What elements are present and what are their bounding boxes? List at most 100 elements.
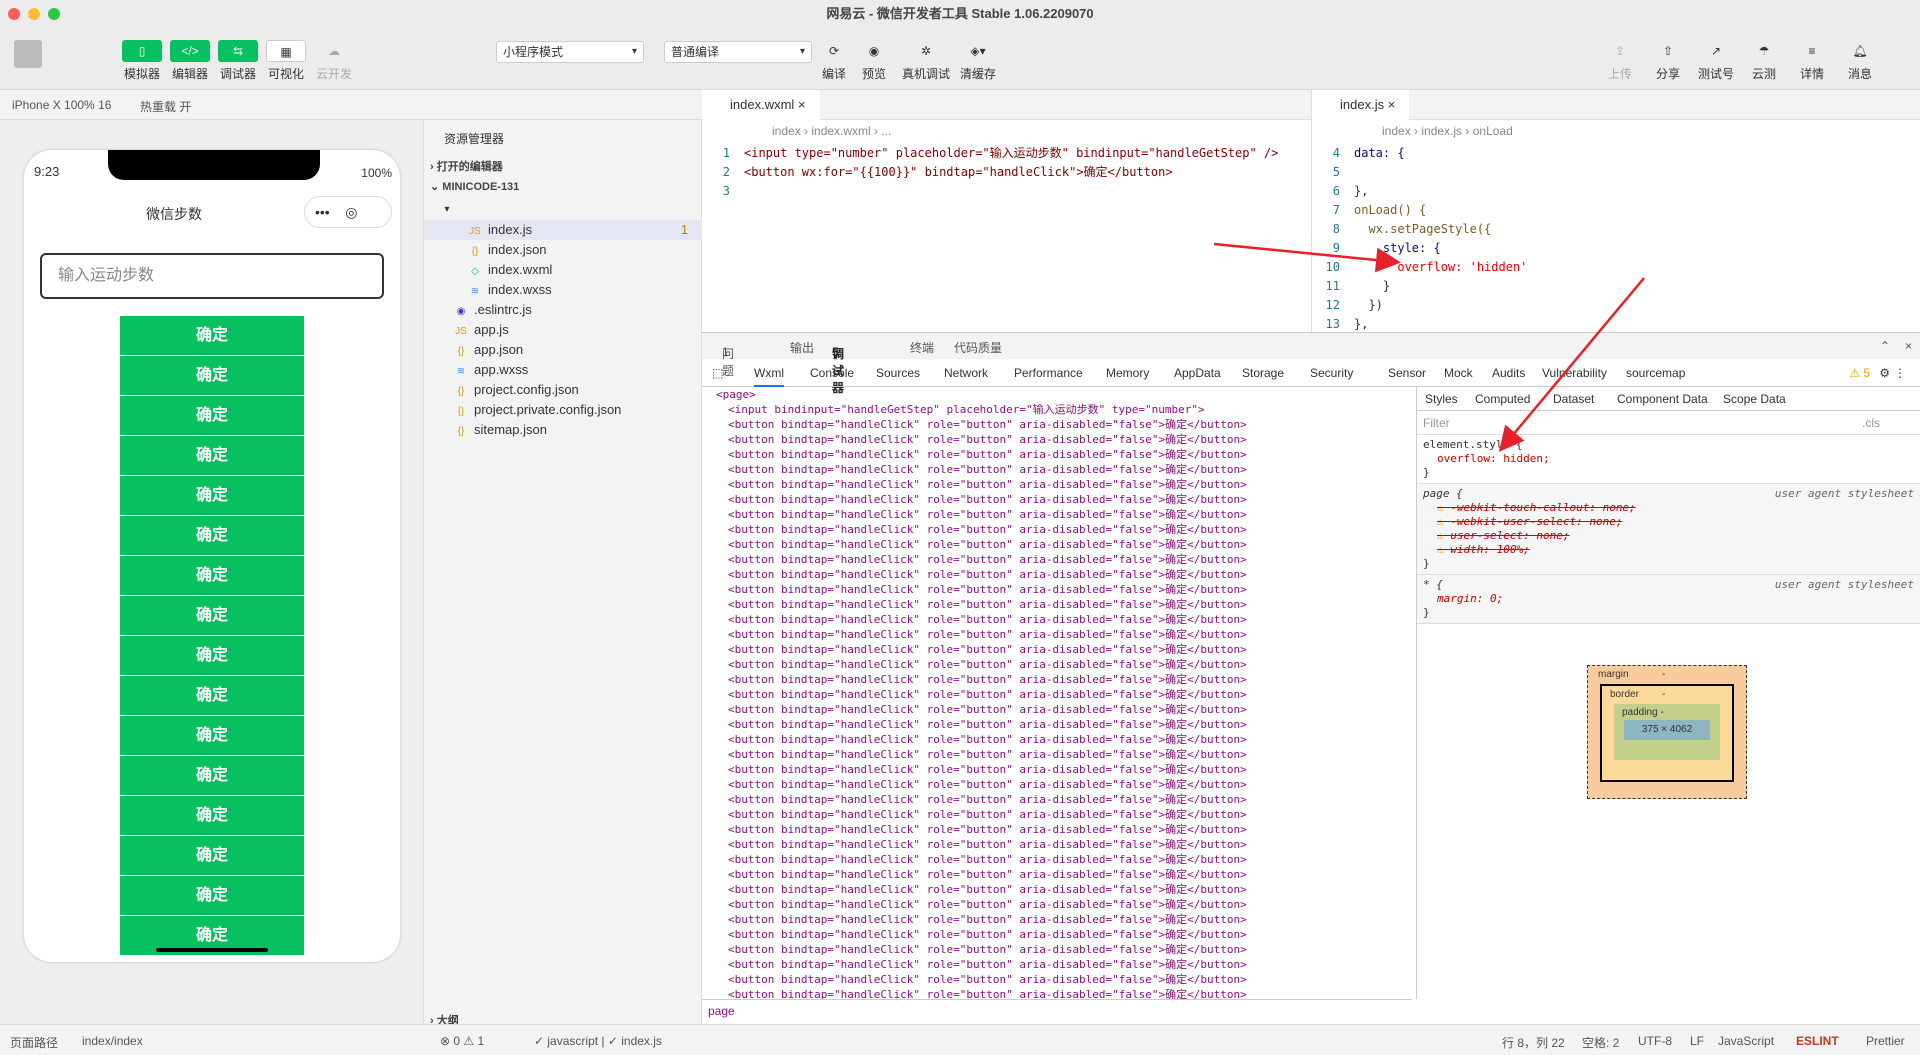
devtools-tab-audits[interactable]: Audits	[1492, 366, 1525, 380]
wxml-node[interactable]: <button bindtap="handleClick" role="butt…	[702, 957, 1412, 972]
wxml-node[interactable]: <button bindtap="handleClick" role="butt…	[702, 582, 1412, 597]
wxml-node[interactable]: <button bindtap="handleClick" role="butt…	[702, 642, 1412, 657]
close-target-icon[interactable]: ◎	[345, 204, 357, 220]
devtools-tab-network[interactable]: Network	[944, 366, 988, 380]
remote-debug-button[interactable]: ✲ 真机调试	[898, 40, 954, 82]
wxml-tree[interactable]: <page> <input bindinput="handleGetStep" p…	[702, 387, 1412, 999]
file-project-config[interactable]: {} project.config.json	[454, 380, 579, 400]
file-index-wxml[interactable]: ◇ index.wxml	[468, 260, 552, 280]
wxml-node[interactable]: <input bindinput="handleGetStep" placeho…	[702, 402, 1412, 417]
confirm-button[interactable]: 确定	[120, 636, 304, 675]
wxml-node[interactable]: <button bindtap="handleClick" role="butt…	[702, 432, 1412, 447]
language-mode[interactable]: JavaScript	[1718, 1034, 1774, 1048]
wxml-node[interactable]: <page>	[702, 387, 1412, 402]
confirm-button[interactable]: 确定	[120, 516, 304, 555]
wxml-node[interactable]: <button bindtap="handleClick" role="butt…	[702, 687, 1412, 702]
wxml-node[interactable]: <button bindtap="handleClick" role="butt…	[702, 807, 1412, 822]
settings-icon[interactable]: ⚙	[1879, 366, 1890, 380]
confirm-button[interactable]: 确定	[120, 316, 304, 355]
cursor-position[interactable]: 行 8，列 22	[1502, 1034, 1565, 1051]
wxml-node[interactable]: <button bindtap="handleClick" role="butt…	[702, 567, 1412, 582]
wxml-node[interactable]: <button bindtap="handleClick" role="butt…	[702, 537, 1412, 552]
wxml-node[interactable]: <button bindtap="handleClick" role="butt…	[702, 927, 1412, 942]
wxml-node[interactable]: <button bindtap="handleClick" role="butt…	[702, 507, 1412, 522]
devtools-tab-appdata[interactable]: AppData	[1174, 366, 1221, 380]
messages-button[interactable]: 🔔︎ 消息	[1832, 40, 1888, 82]
wxml-node[interactable]: <button bindtap="handleClick" role="butt…	[702, 912, 1412, 927]
wxml-node[interactable]: <button bindtap="handleClick" role="butt…	[702, 987, 1412, 999]
wxml-node[interactable]: <button bindtap="handleClick" role="butt…	[702, 417, 1412, 432]
wxml-node[interactable]: <button bindtap="handleClick" role="butt…	[702, 792, 1412, 807]
page-path[interactable]: index/index	[82, 1034, 143, 1048]
wxml-node[interactable]: <button bindtap="handleClick" role="butt…	[702, 882, 1412, 897]
wxml-node[interactable]: <button bindtap="handleClick" role="butt…	[702, 732, 1412, 747]
tab-index-js[interactable]: index.js ×	[1312, 90, 1410, 120]
devtools-tab-sensor[interactable]: Sensor	[1388, 366, 1426, 380]
confirm-button[interactable]: 确定	[120, 596, 304, 635]
indent-spaces[interactable]: 空格: 2	[1582, 1034, 1619, 1051]
hotreload-toggle[interactable]: 热重载 开	[140, 98, 191, 115]
file-app-wxss[interactable]: ≋ app.wxss	[454, 360, 528, 380]
wxml-node[interactable]: <button bindtap="handleClick" role="butt…	[702, 447, 1412, 462]
wxml-node[interactable]: <button bindtap="handleClick" role="butt…	[702, 612, 1412, 627]
project-section[interactable]: ⌄ MINICODE-131	[430, 180, 519, 193]
file-index-js[interactable]: JS index.js 1	[424, 220, 702, 240]
devtools-tab-security[interactable]: Security	[1310, 366, 1353, 380]
confirm-button[interactable]: 确定	[120, 836, 304, 875]
wxml-node[interactable]: <button bindtap="handleClick" role="butt…	[702, 762, 1412, 777]
device-select[interactable]: iPhone X 100% 16	[12, 98, 111, 112]
problems-count[interactable]: ⊗ 0 ⚠ 1	[440, 1034, 484, 1048]
minimize-window-button[interactable]	[28, 8, 40, 20]
tab-output[interactable]: 输出	[790, 339, 814, 356]
devtools-tab-sources[interactable]: Sources	[876, 366, 920, 380]
zoom-window-button[interactable]	[48, 8, 60, 20]
confirm-button[interactable]: 确定	[120, 876, 304, 915]
styles-tab-scope-data[interactable]: Scope Data	[1723, 392, 1786, 406]
tab-code-quality[interactable]: 代码质量	[954, 339, 1002, 356]
devtools-tab-memory[interactable]: Memory	[1106, 366, 1149, 380]
devtools-tab-storage[interactable]: Storage	[1242, 366, 1284, 380]
cls-toggle[interactable]: .cls	[1862, 411, 1880, 435]
warnings-count[interactable]: ⚠ 5	[1849, 366, 1870, 380]
close-tab-icon[interactable]: ×	[1388, 97, 1396, 112]
tab-terminal[interactable]: 终端	[910, 339, 934, 356]
styles-filter[interactable]: Filter .cls	[1417, 411, 1920, 435]
styles-tab-computed[interactable]: Computed	[1475, 392, 1530, 406]
page-path-select[interactable]: 页面路径	[10, 1034, 58, 1051]
file-app-json[interactable]: {} app.json	[454, 340, 524, 360]
devtools-tab-vulnerability[interactable]: Vulnerability	[1542, 366, 1607, 380]
tab-index-wxml[interactable]: index.wxml ×	[702, 90, 820, 120]
devtools-tab-mock[interactable]: Mock	[1444, 366, 1473, 380]
wxml-node[interactable]: <button bindtap="handleClick" role="butt…	[702, 657, 1412, 672]
more-icon[interactable]: •••	[315, 204, 330, 220]
wxml-node[interactable]: <button bindtap="handleClick" role="butt…	[702, 717, 1412, 732]
styles-tab-component-data[interactable]: Component Data	[1617, 392, 1708, 406]
collapse-icon[interactable]: ⌃	[1880, 339, 1890, 353]
mode-select[interactable]: 小程序模式	[496, 41, 644, 63]
wxml-node[interactable]: <button bindtap="handleClick" role="butt…	[702, 747, 1412, 762]
file-project-private-config[interactable]: {} project.private.config.json	[454, 400, 622, 420]
wxml-node[interactable]: <button bindtap="handleClick" role="butt…	[702, 702, 1412, 717]
wxml-node[interactable]: <button bindtap="handleClick" role="butt…	[702, 867, 1412, 882]
wxml-node[interactable]: <button bindtap="handleClick" role="butt…	[702, 552, 1412, 567]
close-window-button[interactable]	[8, 8, 20, 20]
capsule-menu[interactable]: ••• ◎	[304, 196, 392, 228]
wxml-node[interactable]: <button bindtap="handleClick" role="butt…	[702, 492, 1412, 507]
prettier-status[interactable]: Prettier	[1866, 1034, 1905, 1048]
close-tab-icon[interactable]: ×	[798, 97, 806, 112]
code-area[interactable]: 4 data: { 5 6}, 7 onLoad() { 8 wx.setPageS…	[1312, 144, 1920, 334]
clear-cache-button[interactable]: ◈▾ 清缓存	[950, 40, 1006, 82]
file-app-js[interactable]: JS app.js	[454, 320, 509, 340]
devtools-tab-wxml[interactable]: Wxml	[754, 366, 784, 387]
wxml-node[interactable]: <button bindtap="handleClick" role="butt…	[702, 837, 1412, 852]
preview-button[interactable]: ◉ 预览	[846, 40, 902, 82]
cloud-dev-button[interactable]: ☁ 云开发	[306, 40, 362, 82]
step-input[interactable]: 输入运动步数	[40, 253, 384, 299]
file-index-wxss[interactable]: ≋ index.wxss	[468, 280, 552, 300]
wxml-node[interactable]: <button bindtap="handleClick" role="butt…	[702, 597, 1412, 612]
confirm-button[interactable]: 确定	[120, 756, 304, 795]
eslint-status[interactable]: ESLINT	[1796, 1034, 1839, 1048]
eol[interactable]: LF	[1690, 1034, 1704, 1048]
wxml-node[interactable]: <button bindtap="handleClick" role="butt…	[702, 942, 1412, 957]
styles-tab-styles[interactable]: Styles	[1425, 392, 1458, 406]
